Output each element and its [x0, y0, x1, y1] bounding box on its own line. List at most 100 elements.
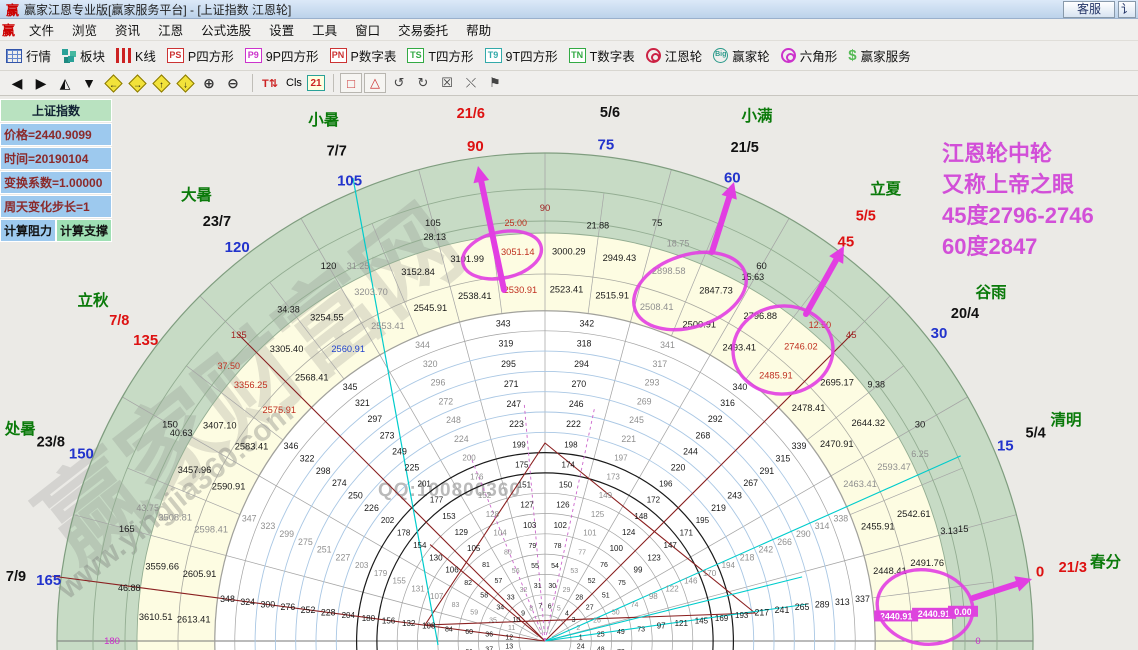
draw-tool-15[interactable]: □	[340, 73, 362, 93]
draw-tool-19[interactable]: ☒	[436, 73, 458, 93]
menu-item-9[interactable]: 帮助	[457, 18, 500, 41]
date-label: 23/7	[203, 214, 231, 230]
toolbar-button-六角形[interactable]: 六角形	[781, 46, 838, 65]
draw-tool-0[interactable]: ◀	[6, 73, 28, 93]
wheel-number: 323	[261, 521, 276, 531]
wheel-number: 49	[617, 629, 625, 636]
customer-service-button[interactable]: 客服	[1063, 1, 1115, 18]
toolbar-button-板块[interactable]: 板块	[62, 46, 105, 65]
menu-item-8[interactable]: 交易委托	[389, 18, 457, 41]
wheel-number: 321	[355, 398, 370, 408]
percent-value: 43.75	[136, 503, 159, 513]
wheel-number: 337	[855, 594, 870, 604]
draw-tool-6[interactable]: ↑	[150, 73, 172, 93]
wheel-number: 316	[720, 398, 735, 408]
inner-degree-label: 45	[846, 330, 857, 341]
menu-item-7[interactable]: 窗口	[346, 18, 389, 41]
wheel-number: 13	[505, 644, 513, 650]
price-value: 2560.91	[331, 344, 365, 354]
main-toolbar: 行情 板块 K线 PSP四方形 P99P四方形 PNP数字表 TST四方形 T99T四方形 TN…	[0, 41, 1138, 71]
toolbar-label: P数字表	[351, 46, 397, 65]
wheel-number: 80	[504, 550, 512, 557]
outer-degree-label: 75	[598, 137, 615, 154]
draw-tool-4[interactable]: ←	[102, 73, 124, 93]
wheel-number: 100	[610, 544, 624, 553]
toolbar-button-T四方形[interactable]: TST四方形	[407, 46, 473, 65]
wheel-number: 180	[362, 614, 376, 623]
date-label: 5/5	[856, 208, 876, 224]
menu-item-0[interactable]: 文件	[20, 18, 63, 41]
wheel-number: 268	[696, 430, 711, 440]
wheel-number: 290	[796, 529, 811, 539]
wheel-number: 217	[754, 608, 769, 618]
wheel-number: 197	[614, 454, 628, 463]
toolbar-button-T数字表[interactable]: TNT数字表	[569, 46, 635, 65]
price-value: 2542.61	[897, 509, 931, 519]
price-value: 2523.41	[550, 285, 584, 295]
wheel-number: 338	[833, 514, 848, 524]
wheel-number: 292	[708, 414, 723, 424]
draw-tool-16[interactable]: △	[364, 73, 386, 93]
draw-tool-11[interactable]: T⇅	[259, 73, 281, 93]
calc-button-0[interactable]: 计算阻力	[0, 219, 56, 242]
letter-icon: T9	[485, 48, 502, 63]
info-row-0: 价格=2440.9099	[0, 123, 112, 146]
partial-button[interactable]: 讠	[1118, 1, 1136, 18]
draw-tool-20[interactable]: ⤬	[460, 73, 482, 93]
draw-tool-1[interactable]: ▶	[30, 73, 52, 93]
menu-item-5[interactable]: 设置	[260, 18, 303, 41]
menu-item-3[interactable]: 江恩	[149, 18, 192, 41]
outer-degree-label: 165	[36, 572, 61, 589]
wheel-number: 75	[618, 580, 626, 587]
price-value: 2575.91	[262, 405, 296, 415]
inner-degree-label: 120	[321, 261, 337, 272]
draw-tool-5[interactable]: →	[126, 73, 148, 93]
wheel-number: 249	[392, 446, 407, 456]
wheel-number: 57	[495, 578, 503, 585]
draw-tool-7[interactable]: ↓	[174, 73, 196, 93]
menu-item-6[interactable]: 工具	[303, 18, 346, 41]
info-row-2: 变换系数=1.00000	[0, 171, 112, 194]
draw-tool-8[interactable]: ⊕	[198, 73, 220, 93]
wheel-number: 123	[647, 553, 661, 562]
wheel-number: 83	[452, 602, 460, 609]
draw-tool-12[interactable]: Cls	[283, 73, 305, 93]
wheel-number: 99	[634, 566, 643, 575]
wheel-number: 300	[260, 600, 275, 610]
toolbar-button-9T四方形[interactable]: T99T四方形	[485, 46, 558, 65]
draw-tool-3[interactable]: ▼	[78, 73, 100, 93]
menu-item-2[interactable]: 资讯	[106, 18, 149, 41]
draw-tool-17[interactable]: ↺	[388, 73, 410, 93]
title-bar: 赢 赢家江恩专业版[赢家服务平台] - [上证指数 江恩轮] 客服 讠	[0, 0, 1138, 19]
draw-tool-9[interactable]: ⊖	[222, 73, 244, 93]
toolbar-button-江恩轮[interactable]: 江恩轮	[646, 46, 703, 65]
wheel-number: 224	[454, 434, 469, 444]
draw-tool-2[interactable]: ◭	[54, 73, 76, 93]
toolbar-button-赢家轮[interactable]: Big赢家轮	[713, 46, 770, 65]
menu-item-1[interactable]: 浏览	[63, 18, 106, 41]
outer-degree-label: 90	[467, 138, 484, 155]
draw-tool-18[interactable]: ↻	[412, 73, 434, 93]
wheel-number: 274	[332, 478, 347, 488]
menu-item-4[interactable]: 公式选股	[192, 18, 260, 41]
toolbar-button-行情[interactable]: 行情	[6, 46, 51, 65]
wheel-number: 50	[612, 610, 620, 617]
draw-tool-21[interactable]: ⚑	[484, 73, 506, 93]
toolbar-label: 板块	[80, 46, 105, 65]
wheel-number: 32	[520, 587, 528, 594]
calc-button-1[interactable]: 计算支撑	[56, 219, 112, 242]
draw-tool-13[interactable]: 21	[307, 75, 325, 91]
menu-items: 文件浏览资讯江恩公式选股设置工具窗口交易委托帮助	[20, 18, 500, 41]
toolbar-label: T四方形	[428, 46, 473, 65]
toolbar-button-K线[interactable]: K线	[116, 46, 156, 65]
toolbar-button-P四方形[interactable]: PSP四方形	[167, 46, 234, 65]
date-label: 5/6	[600, 105, 620, 121]
toolbar-button-赢家服务[interactable]: $赢家服务	[848, 46, 910, 65]
toolbar-button-9P四方形[interactable]: P99P四方形	[245, 46, 319, 65]
outer-degree-label: 45	[838, 234, 855, 251]
outer-degree-label: 30	[931, 325, 948, 342]
toolbar-label: 江恩轮	[665, 46, 703, 65]
percent-value: 34.38	[277, 305, 300, 315]
wheel-number: 246	[569, 399, 584, 409]
toolbar-button-P数字表[interactable]: PNP数字表	[330, 46, 397, 65]
